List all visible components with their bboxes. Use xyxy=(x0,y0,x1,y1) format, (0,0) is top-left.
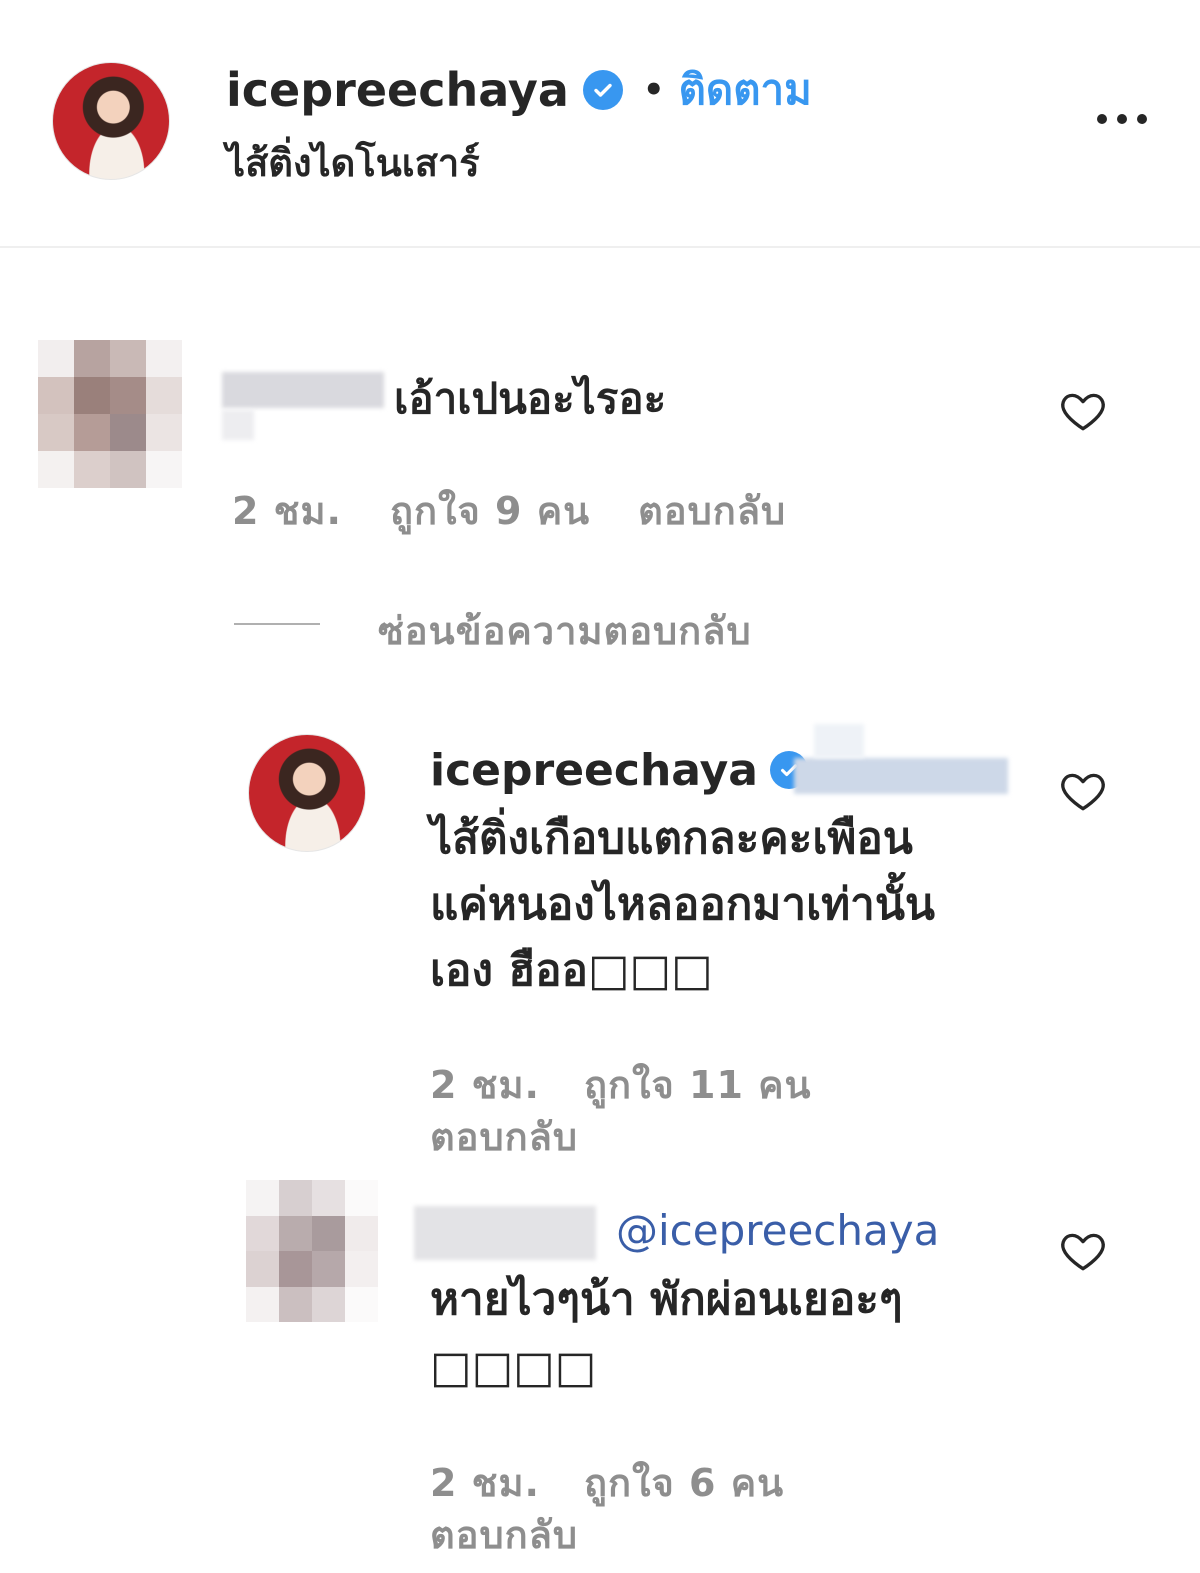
mentioned-username-blurred[interactable] xyxy=(794,758,1008,794)
commenter-username-blurred-tail xyxy=(222,410,254,440)
heart-outline-icon xyxy=(1061,1233,1105,1271)
reply-commenter-username-blurred[interactable] xyxy=(414,1206,596,1260)
reply-author-avatar[interactable] xyxy=(248,734,366,852)
reply-text: ไส้ติ่งเกือบแตกละคะเพือน แค่หนองไหลออกมา… xyxy=(430,806,935,1004)
verified-badge-icon xyxy=(582,70,623,110)
reply-text-line: เอง ฮืออ□□□ xyxy=(430,945,713,996)
reply-text: หายไวๆน้า พักผ่อนเยอะๆ □□□□ xyxy=(430,1266,903,1402)
header-divider xyxy=(0,246,1200,248)
reply-reply-button[interactable]: ตอบกลับ xyxy=(430,1504,578,1565)
more-options-button[interactable] xyxy=(1094,96,1150,142)
hide-replies-button[interactable]: ซ่อนข้อความตอบกลับ xyxy=(378,600,752,661)
post-caption: ไส้ติ่งไดโนเสาร์ xyxy=(226,141,480,185)
post-author-avatar[interactable] xyxy=(52,62,170,180)
comment-meta-row: 2 ชม. ถูกใจ 9 คน ตอบกลับ xyxy=(232,480,786,541)
reply-likes-count[interactable]: ถูกใจ 11 คน xyxy=(584,1054,812,1115)
reply-likes-count[interactable]: ถูกใจ 6 คน xyxy=(584,1452,784,1513)
follow-button[interactable]: ติดตาม xyxy=(679,57,812,123)
reply-text-line: ไส้ติ่งเกือบแตกละคะเพือน xyxy=(430,813,913,864)
reply-header-line: icepreechaya xyxy=(430,742,809,798)
reply-commenter-avatar-blurred[interactable] xyxy=(246,1180,378,1322)
comment-reply-button[interactable]: ตอบกลับ xyxy=(638,480,786,541)
comment-time: 2 ชม. xyxy=(232,489,342,533)
commenter-avatar-blurred[interactable] xyxy=(38,340,182,488)
heart-outline-icon xyxy=(1061,773,1105,811)
reply-like-button[interactable] xyxy=(1058,766,1108,820)
commenter-username-blurred[interactable] xyxy=(222,372,384,408)
reply-like-button[interactable] xyxy=(1058,1226,1108,1280)
separator-dot: • xyxy=(642,70,665,110)
post-header-line: icepreechaya • ติดตาม xyxy=(226,62,812,118)
reply-mention[interactable]: @icepreechaya xyxy=(616,1206,939,1255)
comment-like-button[interactable] xyxy=(1058,386,1108,440)
reply-text-line: หายไวๆน้า พักผ่อนเยอะๆ xyxy=(430,1274,903,1325)
hide-replies-line xyxy=(234,623,320,625)
reply-text-line: แค่หนองไหลออกมาเท่านั้น xyxy=(430,879,935,930)
post-author-username[interactable]: icepreechaya xyxy=(226,63,569,117)
comment-likes-count[interactable]: ถูกใจ 9 คน xyxy=(390,480,590,541)
reply-author-username[interactable]: icepreechaya xyxy=(430,745,758,796)
heart-outline-icon xyxy=(1061,393,1105,431)
reply-text-line: □□□□ xyxy=(430,1342,597,1393)
more-dots-icon xyxy=(1097,114,1147,124)
comment-text: เอ้าเปนอะไรอะ xyxy=(394,374,667,423)
mentioned-username-blurred-top xyxy=(814,724,864,758)
reply-reply-button[interactable]: ตอบกลับ xyxy=(430,1106,578,1167)
